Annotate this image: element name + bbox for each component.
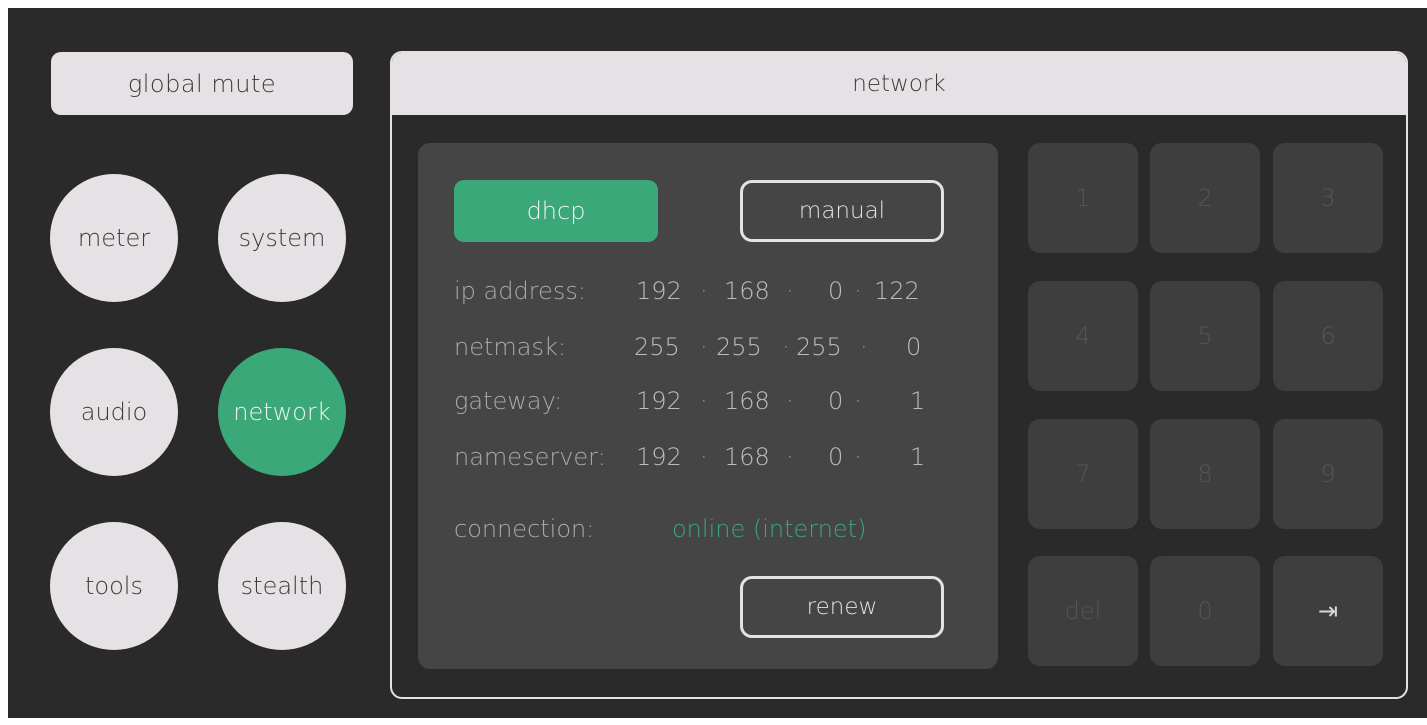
connection-label: connection:: [454, 515, 595, 543]
nameserver-octet-3[interactable]: 0: [828, 443, 843, 471]
gateway-label: gateway:: [454, 387, 563, 415]
nav-meter-label: meter: [77, 224, 151, 252]
netmask-label: netmask:: [454, 333, 566, 361]
gateway-octet-1[interactable]: 192: [636, 387, 682, 415]
network-settings-box: dhcp manual ip address: 192 · 168 · 0 · …: [418, 143, 998, 669]
netmask-dot-1: ·: [700, 333, 708, 361]
keypad-3[interactable]: 3: [1273, 143, 1383, 253]
keypad-8-label: 8: [1197, 460, 1213, 488]
netmask-octet-3[interactable]: 255: [796, 333, 842, 361]
keypad-1-label: 1: [1075, 184, 1091, 212]
keypad-1[interactable]: 1: [1028, 143, 1138, 253]
gateway-octet-2[interactable]: 168: [724, 387, 770, 415]
keypad-4[interactable]: 4: [1028, 281, 1138, 391]
nav-stealth-button[interactable]: stealth: [218, 522, 346, 650]
nameserver-dot-3: ·: [854, 443, 862, 471]
ip-dot-1: ·: [700, 277, 708, 305]
nav-network-button[interactable]: network: [218, 348, 346, 476]
nameserver-dot-2: ·: [786, 443, 794, 471]
nav-tools-button[interactable]: tools: [50, 522, 178, 650]
tab-arrow-icon: ⇥: [1317, 597, 1339, 625]
panel-title: network: [852, 71, 946, 97]
keypad-0[interactable]: 0: [1150, 556, 1260, 666]
keypad-del-label: del: [1064, 597, 1102, 625]
netmask-octet-2[interactable]: 255: [716, 333, 762, 361]
network-panel: network dhcp manual ip address: 192 · 16…: [390, 51, 1408, 699]
nav-audio-label: audio: [80, 398, 148, 426]
gateway-dot-1: ·: [700, 387, 708, 415]
keypad-8[interactable]: 8: [1150, 419, 1260, 529]
connection-status: online (internet): [672, 515, 867, 543]
nameserver-octet-1[interactable]: 192: [636, 443, 682, 471]
netmask-dot-2: ·: [782, 333, 790, 361]
gateway-octet-3[interactable]: 0: [828, 387, 843, 415]
nav-meter-button[interactable]: meter: [50, 174, 178, 302]
ip-address-label: ip address:: [454, 277, 586, 305]
keypad-9-label: 9: [1320, 460, 1336, 488]
manual-button[interactable]: manual: [740, 180, 944, 242]
nav-audio-button[interactable]: audio: [50, 348, 178, 476]
keypad-2-label: 2: [1197, 184, 1213, 212]
keypad-5-label: 5: [1197, 322, 1213, 350]
keypad-5[interactable]: 5: [1150, 281, 1260, 391]
manual-label: manual: [798, 198, 886, 224]
global-mute-label: global mute: [127, 69, 277, 98]
netmask-octet-4[interactable]: 0: [906, 333, 921, 361]
nav-network-label: network: [233, 398, 331, 426]
keypad-6-label: 6: [1320, 322, 1336, 350]
keypad-del[interactable]: del: [1028, 556, 1138, 666]
keypad-4-label: 4: [1075, 322, 1091, 350]
renew-label: renew: [806, 594, 878, 620]
ip-octet-3[interactable]: 0: [828, 277, 843, 305]
keypad-tab[interactable]: ⇥: [1273, 556, 1383, 666]
ip-dot-3: ·: [854, 277, 862, 305]
keypad-9[interactable]: 9: [1273, 419, 1383, 529]
global-mute-button[interactable]: global mute: [51, 52, 353, 115]
renew-button[interactable]: renew: [740, 576, 944, 638]
nameserver-octet-4[interactable]: 1: [910, 443, 925, 471]
keypad-0-label: 0: [1197, 597, 1213, 625]
panel-header: network: [392, 53, 1406, 115]
ip-dot-2: ·: [786, 277, 794, 305]
keypad-3-label: 3: [1320, 184, 1336, 212]
netmask-dot-3: ·: [860, 333, 868, 361]
gateway-octet-4[interactable]: 1: [910, 387, 925, 415]
nameserver-label: nameserver:: [454, 443, 606, 471]
nav-tools-label: tools: [85, 572, 143, 600]
netmask-octet-1[interactable]: 255: [634, 333, 680, 361]
nav-system-label: system: [238, 224, 326, 252]
dhcp-button[interactable]: dhcp: [454, 180, 658, 242]
nameserver-octet-2[interactable]: 168: [724, 443, 770, 471]
screen: global mute meter system audio network t…: [8, 8, 1427, 718]
keypad-6[interactable]: 6: [1273, 281, 1383, 391]
gateway-dot-3: ·: [854, 387, 862, 415]
nav-stealth-label: stealth: [240, 572, 324, 600]
ip-octet-2[interactable]: 168: [724, 277, 770, 305]
ip-octet-4[interactable]: 122: [874, 277, 920, 305]
ip-octet-1[interactable]: 192: [636, 277, 682, 305]
keypad-7-label: 7: [1075, 460, 1091, 488]
nameserver-dot-1: ·: [700, 443, 708, 471]
dhcp-label: dhcp: [526, 197, 586, 225]
keypad-2[interactable]: 2: [1150, 143, 1260, 253]
gateway-dot-2: ·: [786, 387, 794, 415]
nav-system-button[interactable]: system: [218, 174, 346, 302]
keypad-7[interactable]: 7: [1028, 419, 1138, 529]
